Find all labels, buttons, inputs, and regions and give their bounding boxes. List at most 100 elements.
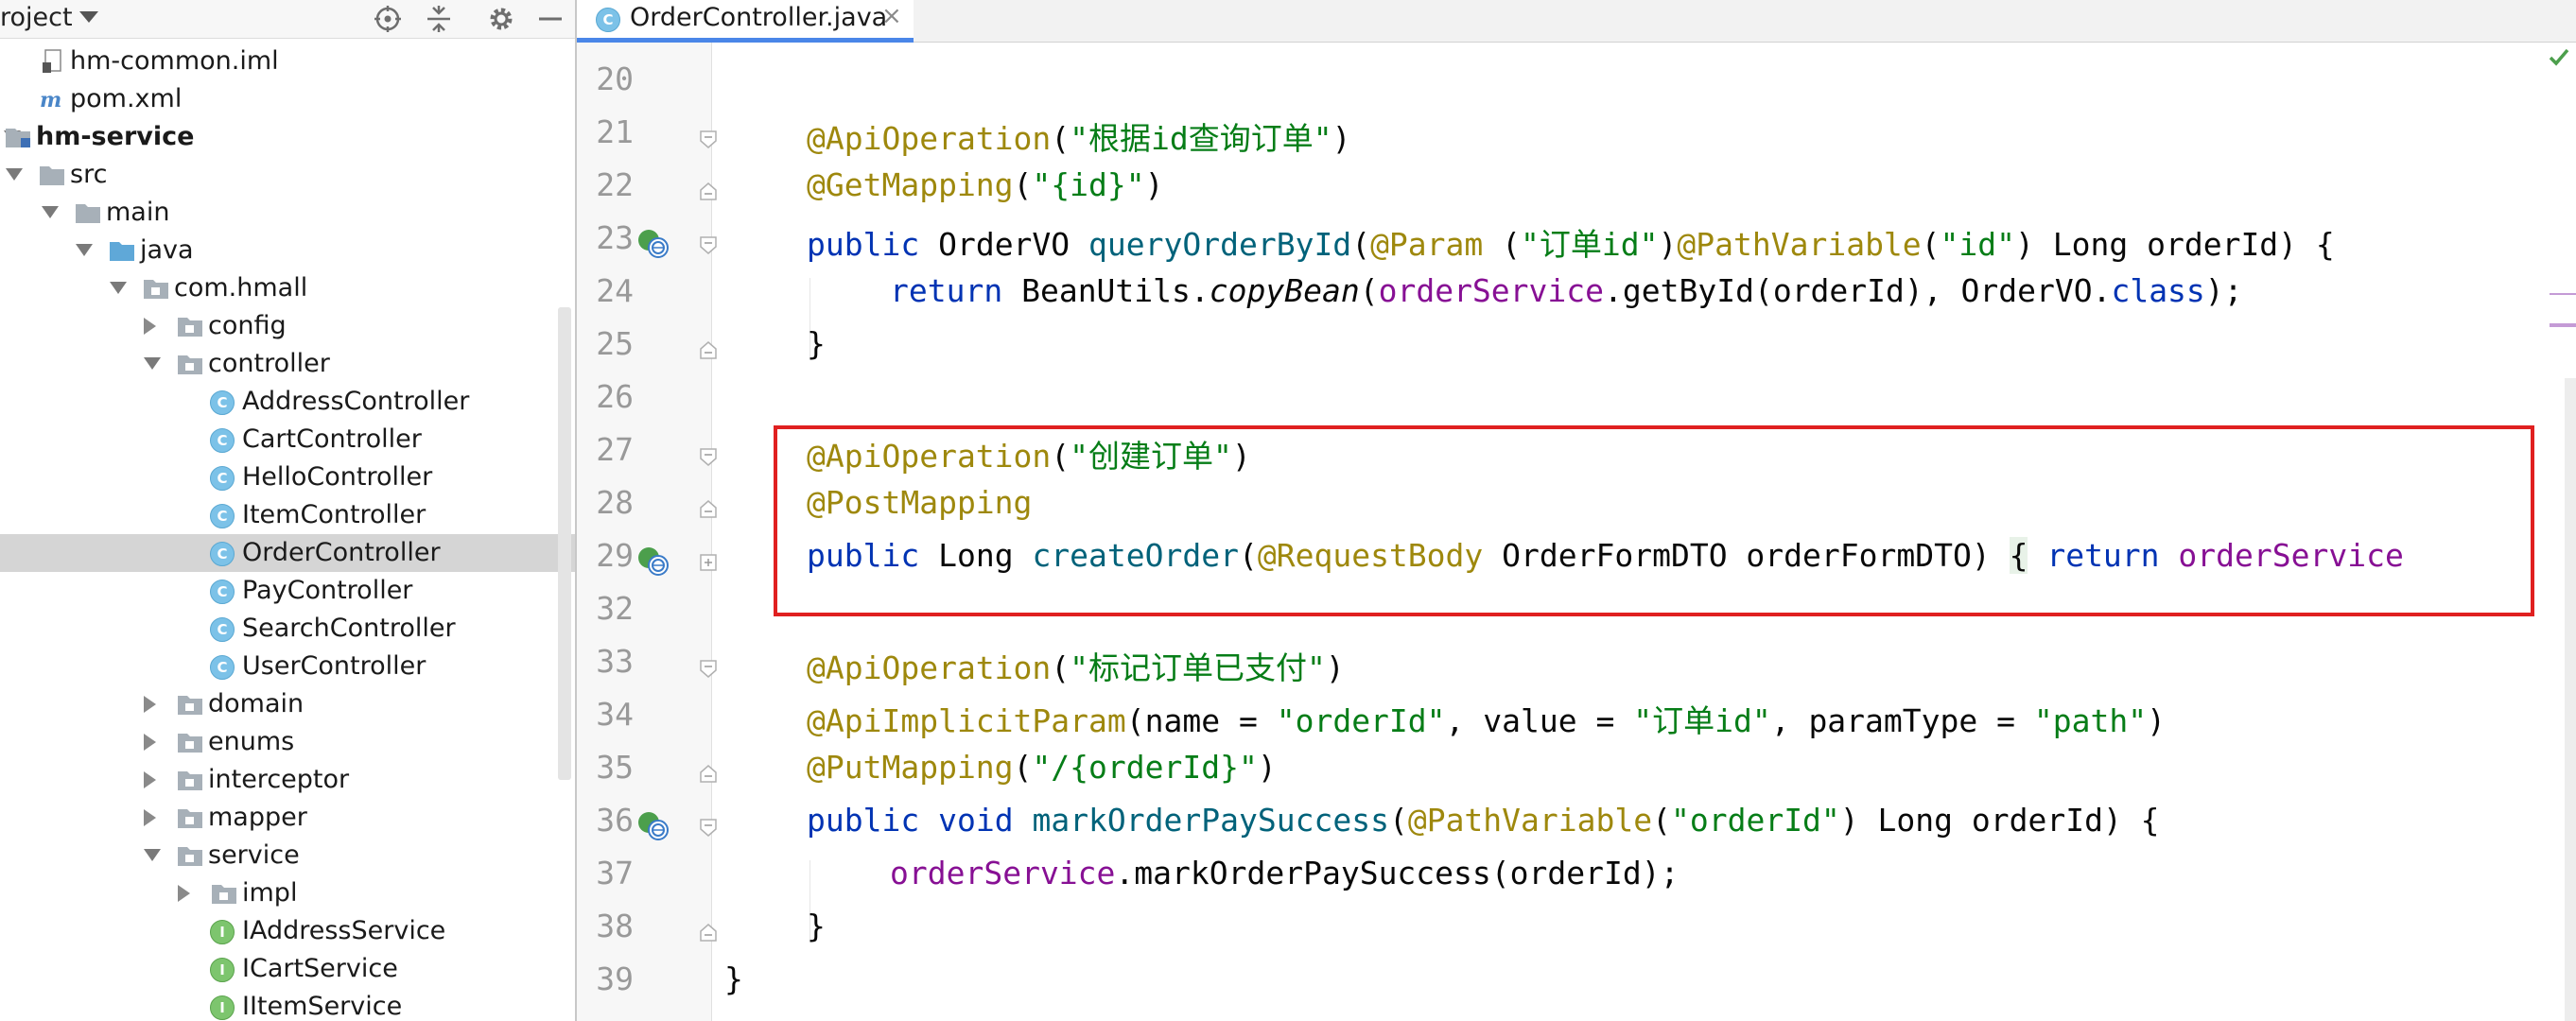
code-line-25: } <box>807 325 826 362</box>
locate-target-icon[interactable] <box>373 4 403 34</box>
package-icon <box>178 318 202 337</box>
chevron-down-icon[interactable] <box>144 357 161 370</box>
tree-item-label: ICartService <box>242 954 398 983</box>
gear-icon[interactable] <box>486 4 516 34</box>
tree-item[interactable]: service <box>0 837 558 874</box>
tree-item[interactable]: src <box>0 156 558 194</box>
string-literal: "path" <box>2033 702 2148 739</box>
chevron-right-icon[interactable] <box>144 734 156 751</box>
minimize-icon[interactable] <box>535 4 566 34</box>
fold-icon[interactable] <box>698 129 719 149</box>
string-literal: "orderId" <box>1276 702 1446 739</box>
inspection-ok-icon[interactable] <box>2548 45 2570 68</box>
svg-text:m: m <box>40 88 61 112</box>
chevron-right-icon[interactable] <box>144 809 156 826</box>
string-literal: "id" <box>1940 226 2016 263</box>
fold-icon[interactable] <box>698 446 719 467</box>
tree-item[interactable]: impl <box>0 874 558 912</box>
tree-item[interactable]: java <box>0 232 558 269</box>
change-marker[interactable] <box>2550 293 2576 295</box>
close-icon[interactable]: × <box>881 2 902 30</box>
annotation: @GetMapping <box>807 166 1014 203</box>
tree-item[interactable]: C SearchController <box>0 610 558 648</box>
project-panel-scrollbar[interactable] <box>558 307 571 780</box>
fold-icon[interactable] <box>698 234 719 255</box>
fold-icon[interactable] <box>698 923 719 943</box>
tree-item[interactable]: C CartController <box>0 421 558 459</box>
string-literal: "orderId" <box>1670 802 1840 839</box>
change-marker[interactable] <box>2550 323 2576 327</box>
tree-item[interactable]: main <box>0 194 558 232</box>
tree-item[interactable]: m pom.xml <box>0 80 558 118</box>
tree-item[interactable]: I ICartService <box>0 950 558 988</box>
web-endpoint-run-icon[interactable] <box>635 809 670 843</box>
line-number: 26 <box>596 378 634 415</box>
class-icon: C <box>210 580 235 604</box>
code-token: ( <box>1359 272 1379 309</box>
tree-item[interactable]: hm-common.iml <box>0 43 558 80</box>
tree-item[interactable]: mapper <box>0 799 558 837</box>
tree-item-label: domain <box>208 689 305 718</box>
chevron-down-icon[interactable] <box>144 849 161 861</box>
string-literal: "/{orderId}" <box>1032 749 1258 786</box>
code-token: .markOrderPaySuccess(orderId); <box>1115 855 1680 891</box>
tree-item[interactable]: controller <box>0 345 558 383</box>
code-line-36: public void markOrderPaySuccess(@PathVar… <box>807 802 2160 839</box>
code-token: .getById(orderId), OrderVO. <box>1604 272 2112 309</box>
chevron-right-icon[interactable] <box>144 696 156 713</box>
tree-item[interactable]: C OrderController <box>0 534 575 572</box>
chevron-down-icon[interactable] <box>76 244 93 256</box>
tree-item[interactable]: C ItemController <box>0 496 558 534</box>
fold-icon[interactable] <box>698 340 719 361</box>
tree-item[interactable]: I IItemService <box>0 988 558 1021</box>
fold-icon[interactable] <box>698 764 719 785</box>
fold-icon[interactable] <box>698 499 719 520</box>
code-token: ( <box>1013 749 1033 786</box>
editor-scrollbar[interactable] <box>2565 378 2576 1021</box>
chevron-right-icon[interactable] <box>144 318 156 335</box>
tree-item[interactable]: com.hmall <box>0 269 558 307</box>
code-token: ( <box>1051 120 1070 157</box>
tree-item[interactable]: interceptor <box>0 761 558 799</box>
fold-icon[interactable] <box>698 658 719 679</box>
web-endpoint-run-icon[interactable] <box>635 227 670 261</box>
code-token: ( <box>1013 166 1033 203</box>
annotation: @Param <box>1370 226 1484 263</box>
tree-item[interactable]: domain <box>0 685 558 723</box>
collapse-all-icon[interactable] <box>424 4 454 34</box>
code-token: , value = <box>1445 702 1634 739</box>
chevron-right-icon[interactable] <box>144 771 156 788</box>
code-token: ) <box>1257 749 1277 786</box>
line-number: 22 <box>596 166 634 203</box>
tree-item-label: ItemController <box>242 500 426 529</box>
static-method: copyBean <box>1209 272 1360 309</box>
chevron-down-icon[interactable] <box>42 206 59 218</box>
code-token: ) <box>1144 166 1164 203</box>
tree-item[interactable]: C UserController <box>0 648 558 685</box>
chevron-down-icon[interactable] <box>79 11 98 23</box>
web-endpoint-run-icon[interactable] <box>635 545 670 579</box>
tree-item[interactable]: I IAddressService <box>0 912 558 950</box>
code-line-38: } <box>807 908 826 944</box>
tree-item[interactable]: C PayController <box>0 572 558 610</box>
tree-item[interactable]: C AddressController <box>0 383 558 421</box>
chevron-down-icon[interactable] <box>6 168 23 181</box>
tree-item[interactable]: C HelloController <box>0 459 558 496</box>
fold-icon[interactable] <box>698 817 719 838</box>
chevron-down-icon[interactable] <box>110 282 127 294</box>
tab-order-controller[interactable]: C OrderController.java × <box>577 0 914 43</box>
package-icon <box>178 809 202 828</box>
expand-fold-icon[interactable] <box>698 552 719 573</box>
tree-item[interactable]: config <box>0 307 558 345</box>
project-panel-title[interactable]: roject <box>0 3 73 32</box>
tree-item[interactable]: enums <box>0 723 558 761</box>
line-number: 27 <box>596 431 634 468</box>
fold-icon[interactable] <box>698 182 719 202</box>
class-icon: C <box>210 428 235 453</box>
package-icon <box>178 734 202 753</box>
chevron-right-icon[interactable] <box>178 885 190 902</box>
code-token: , paramType = <box>1770 702 2034 739</box>
tree-item[interactable]: hm-service <box>0 118 558 156</box>
package-icon <box>144 280 168 299</box>
